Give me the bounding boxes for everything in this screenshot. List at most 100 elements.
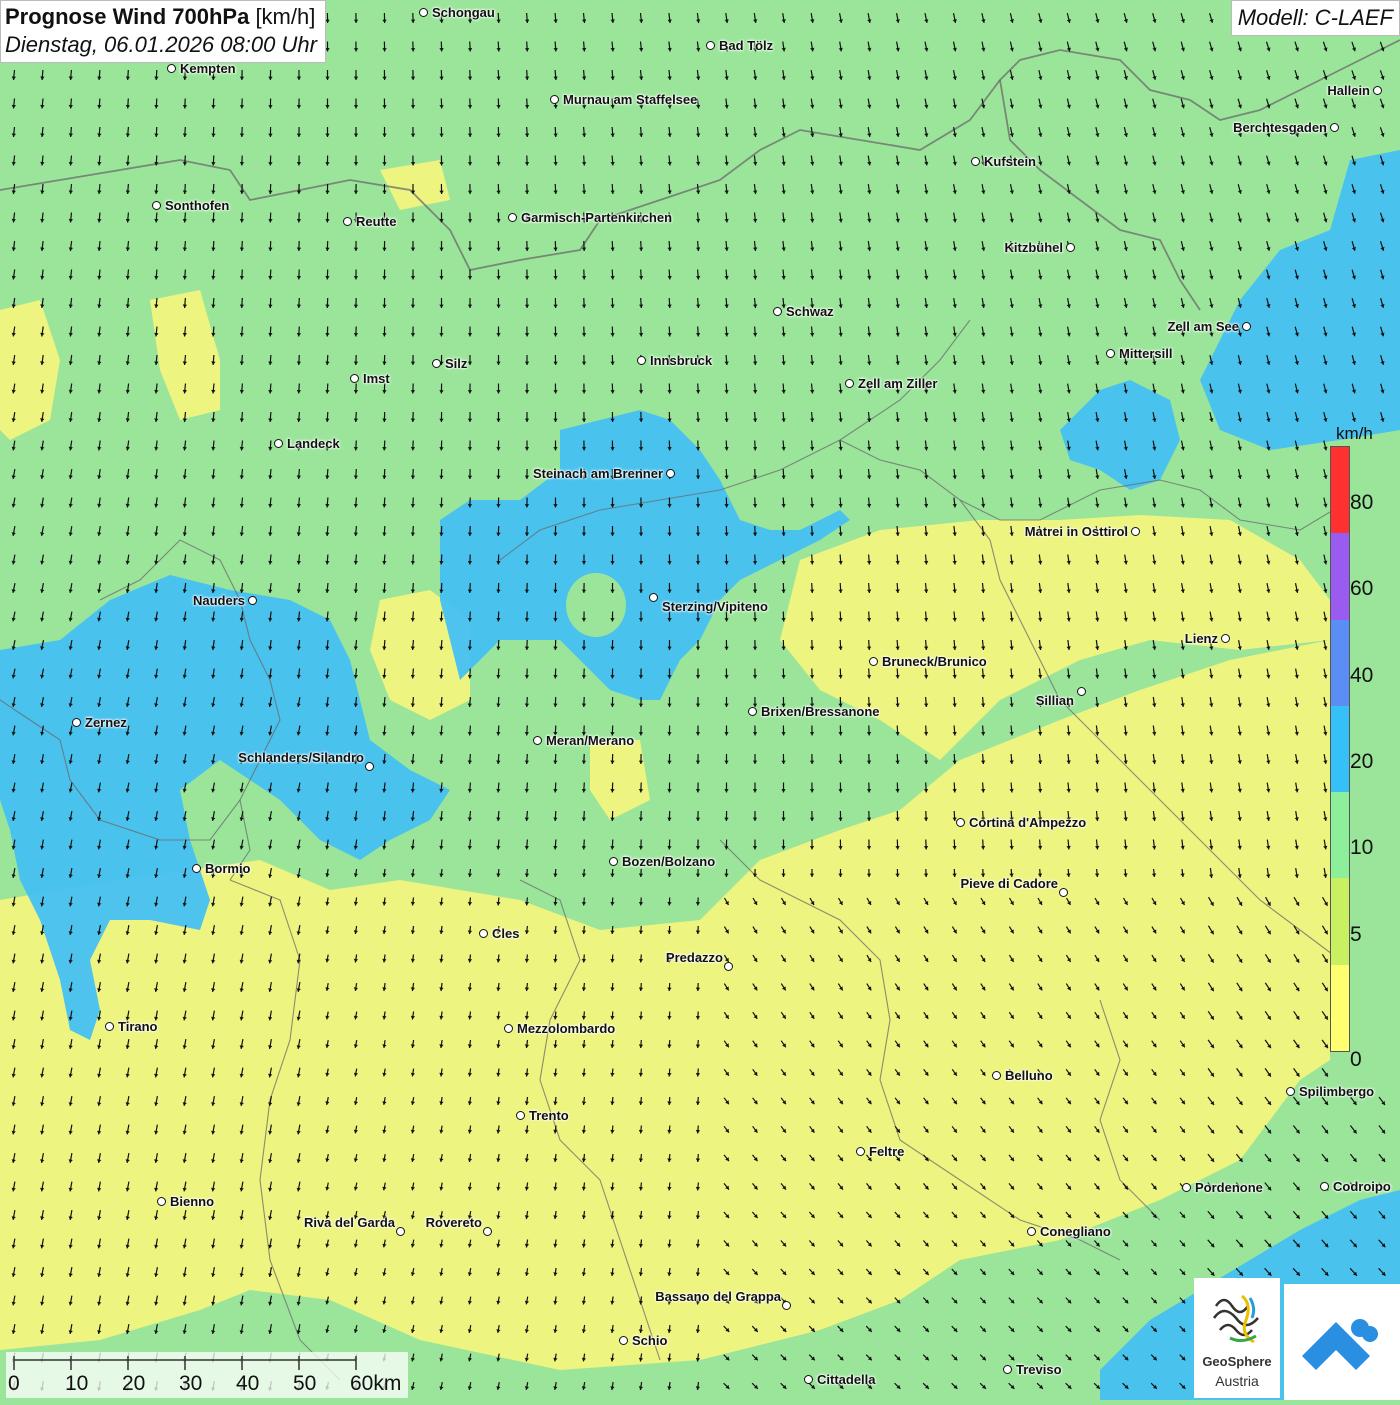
city-marker: [248, 596, 257, 605]
city-marker: [706, 41, 715, 50]
city-label: Berchtesgaden: [1233, 120, 1327, 135]
city-label: Bassano del Grappa: [655, 1289, 781, 1304]
city-marker: [550, 95, 559, 104]
legend-swatch: [1331, 447, 1349, 534]
city-label: Innsbruck: [650, 353, 712, 368]
city-marker: [1003, 1365, 1012, 1374]
city-marker: [419, 8, 428, 17]
city-marker: [1027, 1227, 1036, 1236]
city-label: Sonthofen: [165, 198, 229, 213]
city-label: Zernez: [85, 715, 127, 730]
scale-bar: 0102030405060km: [6, 1352, 408, 1398]
legend-label: 0: [1350, 1048, 1362, 1072]
city-label: Trento: [529, 1108, 569, 1123]
city-label: Landeck: [287, 436, 340, 451]
city-label: Cortina d'Ampezzo: [969, 815, 1086, 830]
city-marker: [1373, 86, 1382, 95]
city-label: Codroipo: [1333, 1179, 1391, 1194]
city-label: Brixen/Bressanone: [761, 704, 880, 719]
city-label: Treviso: [1016, 1362, 1062, 1377]
city-marker: [72, 718, 81, 727]
city-marker: [365, 762, 374, 771]
city-label: Schlanders/Silandro: [238, 750, 364, 765]
city-label: Mittersill: [1119, 346, 1172, 361]
city-marker: [956, 818, 965, 827]
city-label: Bienno: [170, 1194, 214, 1209]
legend-swatch: [1331, 792, 1349, 879]
city-marker: [274, 439, 283, 448]
city-label: Schwaz: [786, 304, 834, 319]
legend-label: 60: [1350, 577, 1373, 601]
legend-color-bar: [1330, 446, 1350, 1052]
geosphere-logo: GeoSphere Austria: [1194, 1278, 1280, 1398]
city-label: Rovereto: [426, 1215, 482, 1230]
city-label: Schongau: [432, 5, 495, 20]
scale-label: 60km: [350, 1372, 401, 1396]
city-label: Feltre: [869, 1144, 904, 1159]
scale-label: 20: [122, 1372, 145, 1396]
city-marker: [748, 707, 757, 716]
city-marker: [724, 962, 733, 971]
weather-app-icon: [1284, 1284, 1400, 1400]
city-label: Kufstein: [984, 154, 1036, 169]
city-label: Sterzing/Vipiteno: [662, 599, 768, 614]
city-label: Bad Tölz: [719, 38, 773, 53]
city-marker: [856, 1147, 865, 1156]
city-marker: [804, 1375, 813, 1384]
city-label: Schio: [632, 1333, 667, 1348]
city-label: Reutte: [356, 214, 396, 229]
legend-label: 10: [1350, 836, 1373, 860]
zone-hole: [566, 573, 626, 637]
scale-label: 30: [179, 1372, 202, 1396]
city-label: Conegliano: [1040, 1224, 1111, 1239]
city-marker: [845, 379, 854, 388]
city-label: Riva del Garda: [304, 1215, 395, 1230]
logo-sub: Austria: [1194, 1373, 1280, 1389]
legend-label: 5: [1350, 923, 1362, 947]
legend-unit: km/h: [1336, 424, 1373, 444]
city-marker: [350, 374, 359, 383]
city-marker: [192, 864, 201, 873]
model-label: Modell: C-LAEF: [1231, 0, 1400, 36]
legend-swatch: [1331, 620, 1349, 707]
city-marker: [1066, 243, 1075, 252]
map-title-main: Prognose Wind 700hPa: [5, 4, 249, 29]
city-marker: [971, 157, 980, 166]
city-marker: [992, 1071, 1001, 1080]
city-marker: [157, 1197, 166, 1206]
forecast-datetime: Dienstag, 06.01.2026 08:00 Uhr: [5, 32, 317, 58]
city-label: Kitzbühel: [1005, 240, 1064, 255]
legend-swatch: [1331, 965, 1349, 1052]
city-marker: [619, 1336, 628, 1345]
city-marker: [1106, 349, 1115, 358]
city-label: Murnau am Staffelsee: [563, 92, 697, 107]
city-label: Meran/Merano: [546, 733, 634, 748]
city-label: Mezzolombardo: [517, 1021, 615, 1036]
city-marker: [396, 1227, 405, 1236]
city-marker: [483, 1227, 492, 1236]
city-label: Nauders: [193, 593, 245, 608]
legend-swatch: [1331, 533, 1349, 620]
map-title-box: Prognose Wind 700hPa [km/h] Dienstag, 06…: [0, 0, 326, 63]
scale-label: 0: [8, 1372, 20, 1396]
city-label: Lienz: [1185, 631, 1218, 646]
city-marker: [609, 857, 618, 866]
city-marker: [516, 1111, 525, 1120]
city-marker: [343, 217, 352, 226]
city-label: Sillian: [1036, 693, 1074, 708]
city-label: Pordenone: [1195, 1180, 1263, 1195]
city-label: Matrei in Osttirol: [1025, 524, 1128, 539]
city-marker: [508, 213, 517, 222]
city-marker: [1077, 687, 1086, 696]
city-marker: [1286, 1087, 1295, 1096]
city-marker: [1320, 1182, 1329, 1191]
city-label: Spilimbergo: [1299, 1084, 1374, 1099]
city-marker: [533, 736, 542, 745]
scale-label: 40: [236, 1372, 259, 1396]
city-label: Predazzo: [666, 950, 723, 965]
city-label: Bozen/Bolzano: [622, 854, 715, 869]
city-marker: [1182, 1183, 1191, 1192]
city-marker: [1221, 634, 1230, 643]
city-label: Kempten: [180, 61, 236, 76]
city-marker: [1059, 888, 1068, 897]
